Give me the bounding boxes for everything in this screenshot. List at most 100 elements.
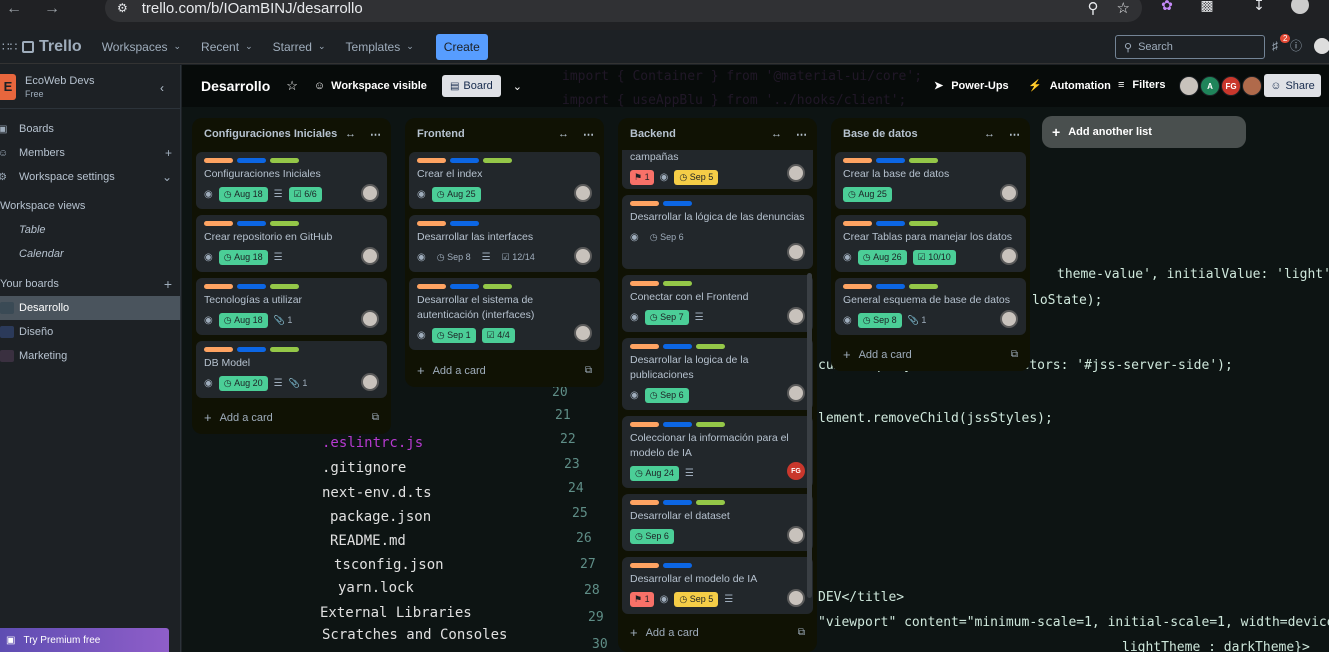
card-member-avatar[interactable]	[361, 373, 379, 391]
automation-button[interactable]: ⚡ Automation	[1028, 79, 1111, 93]
card[interactable]: Desarrollar la lógica de las denuncias ◉…	[622, 195, 813, 269]
share-button[interactable]: ☺ Share	[1264, 74, 1321, 97]
add-board-icon[interactable]: +	[164, 276, 172, 292]
help-icon[interactable]: ⓘ	[1290, 37, 1302, 54]
chevron-down-icon[interactable]: ⌄	[513, 80, 522, 93]
card-template-icon[interactable]: ⧉	[798, 627, 805, 638]
profile-avatar-icon[interactable]	[1291, 0, 1309, 14]
star-board-icon[interactable]: ☆	[286, 78, 298, 94]
notifications-bell-icon[interactable]: ♯ 2	[1272, 33, 1291, 53]
card-member-avatar[interactable]	[574, 247, 592, 265]
address-bar[interactable]: ⚙ trello.com/b/IOamBINJ/desarrollo ⚲ ☆	[105, 0, 1142, 22]
card[interactable]: Tecnologías a utilizar ◉ ◷ Aug 18 📎 1	[196, 278, 387, 335]
menu-starred[interactable]: Starred ⌄	[273, 40, 326, 54]
due-date-badge[interactable]: ◷ Sep 8	[432, 250, 476, 265]
list-header[interactable]: Backend ↔ ⋯	[618, 118, 817, 150]
add-card-button[interactable]: + Add a card	[204, 410, 273, 425]
sidebar-view-table[interactable]: Table	[0, 218, 180, 242]
card[interactable]: Desarrollar las interfaces ◉ ◷ Sep 8 ☰ ☑ 12…	[409, 215, 600, 272]
due-date-badge[interactable]: ◷ Aug 20	[218, 375, 268, 391]
card-member-avatar[interactable]	[361, 247, 379, 265]
list-scrollbar[interactable]	[807, 273, 812, 598]
card-member-avatar[interactable]	[787, 384, 805, 402]
back-icon[interactable]: ←	[0, 0, 28, 20]
due-date-badge[interactable]: ◷ Sep 7	[644, 309, 689, 325]
list-title[interactable]: Frontend	[417, 128, 465, 140]
card-member-avatar[interactable]	[361, 184, 379, 202]
sidebar-board-marketing[interactable]: Marketing	[0, 344, 180, 368]
card[interactable]: Crear el index ◉ ◷ Aug 25	[409, 152, 600, 209]
due-date-badge[interactable]: ◷ Aug 18	[218, 312, 268, 328]
card[interactable]: General esquema de base de datos ◉ ◷ Sep …	[835, 278, 1026, 335]
list-cards-scroll[interactable]: campañas ⚑ 1 ◉ ◷ Sep 5 Desarrollar la lógi…	[618, 150, 817, 618]
member-avatar[interactable]: A	[1200, 76, 1220, 96]
workspace-header[interactable]: E EcoWeb Devs Free ‹	[0, 65, 180, 109]
sidebar-board-diseno[interactable]: Diseño	[0, 320, 180, 344]
board-view-button[interactable]: ▤ Board	[441, 75, 501, 97]
filters-button[interactable]: ≡ Filters	[1118, 79, 1165, 91]
due-date-badge[interactable]: ◷ Sep 8	[857, 312, 902, 328]
card-template-icon[interactable]: ⧉	[372, 412, 379, 423]
add-list-button[interactable]: + Add another list	[1042, 116, 1246, 148]
member-avatar[interactable]	[1242, 76, 1262, 96]
due-date-badge[interactable]: ◷ Sep 5	[674, 169, 719, 185]
list-title[interactable]: Base de datos	[843, 128, 918, 140]
sidebar-view-calendar[interactable]: Calendar	[0, 242, 180, 266]
due-date-badge[interactable]: ◷ Sep 5	[674, 591, 719, 607]
card-template-icon[interactable]: ⧉	[1011, 349, 1018, 360]
member-avatar[interactable]	[1179, 76, 1199, 96]
collapse-list-icon[interactable]: ↔	[984, 128, 995, 141]
due-date-badge[interactable]: ◷ Aug 24	[630, 465, 679, 481]
card-member-avatar[interactable]	[574, 184, 592, 202]
member-avatar[interactable]: FG	[1221, 76, 1241, 96]
zoom-icon[interactable]: ⚲	[1088, 0, 1099, 17]
collapse-list-icon[interactable]: ↔	[345, 128, 356, 141]
list-title[interactable]: Configuraciones Iniciales	[204, 128, 337, 140]
list-header[interactable]: Configuraciones Iniciales ↔ ⋯	[192, 118, 391, 150]
card[interactable]: Crear la base de datos ◷ Aug 25	[835, 152, 1026, 209]
due-date-badge[interactable]: ◷ Aug 18	[218, 186, 268, 202]
card[interactable]: Desarrollar el modelo de IA ⚑ 1 ◉ ◷ Sep 5 ☰	[622, 557, 813, 614]
trello-logo[interactable]: Trello	[22, 38, 82, 56]
card-member-avatar[interactable]	[361, 310, 379, 328]
list-title[interactable]: Backend	[630, 128, 676, 140]
card[interactable]: Desarrollar el dataset ◷ Sep 6	[622, 494, 813, 551]
due-date-badge[interactable]: ◷ Aug 25	[431, 186, 481, 202]
create-button[interactable]: Create	[435, 33, 488, 60]
menu-workspaces[interactable]: Workspaces ⌄	[102, 40, 181, 54]
add-card-button[interactable]: + Add a card	[630, 625, 699, 640]
card-member-avatar[interactable]: FG	[787, 462, 805, 480]
list-menu-icon[interactable]: ⋯	[583, 128, 594, 141]
add-member-icon[interactable]: +	[165, 146, 172, 160]
forward-icon[interactable]: →	[38, 0, 66, 20]
list-menu-icon[interactable]: ⋯	[1009, 128, 1020, 141]
card[interactable]: campañas ⚑ 1 ◉ ◷ Sep 5	[622, 150, 813, 189]
list-header[interactable]: Base de datos ↔ ⋯	[831, 118, 1030, 150]
card-member-avatar[interactable]	[1000, 184, 1018, 202]
site-info-icon[interactable]: ⚙	[117, 1, 128, 15]
card-member-avatar[interactable]	[574, 324, 592, 342]
download-icon[interactable]: ↧	[1251, 0, 1267, 12]
card-member-avatar[interactable]	[787, 526, 805, 544]
bookmark-star-icon[interactable]: ☆	[1117, 0, 1130, 17]
card-template-icon[interactable]: ⧉	[585, 365, 592, 376]
account-avatar[interactable]	[1314, 37, 1329, 54]
due-date-badge[interactable]: ◷ Aug 26	[857, 249, 907, 265]
card[interactable]: Configuraciones Iniciales ◉ ◷ Aug 18 ☰ ☑ 6/…	[196, 152, 387, 209]
due-date-badge[interactable]: ◷ Aug 25	[843, 186, 892, 202]
add-card-button[interactable]: + Add a card	[843, 347, 912, 362]
card[interactable]: Desarrollar la logica de la publicacione…	[622, 338, 813, 410]
card[interactable]: Crear repositorio en GitHub ◉ ◷ Aug 18 ☰	[196, 215, 387, 272]
card-member-avatar[interactable]	[787, 589, 805, 607]
menu-templates[interactable]: Templates ⌄	[346, 40, 414, 54]
card[interactable]: Coleccionar la información para el model…	[622, 416, 813, 488]
card-member-avatar[interactable]	[787, 243, 805, 261]
sidebar-item-workspace-settings[interactable]: ⚙ Workspace settings ⌄	[0, 165, 180, 189]
list-menu-icon[interactable]: ⋯	[796, 128, 807, 141]
sidebar-item-boards[interactable]: ▣ Boards	[0, 117, 180, 141]
search-input[interactable]: ⚲ Search	[1115, 35, 1265, 59]
due-date-badge[interactable]: ◷ Sep 6	[644, 387, 689, 403]
card-member-avatar[interactable]	[1000, 247, 1018, 265]
try-premium-button[interactable]: ▣ Try Premium free	[0, 628, 169, 652]
due-date-badge[interactable]: ◷ Sep 1	[431, 327, 476, 343]
